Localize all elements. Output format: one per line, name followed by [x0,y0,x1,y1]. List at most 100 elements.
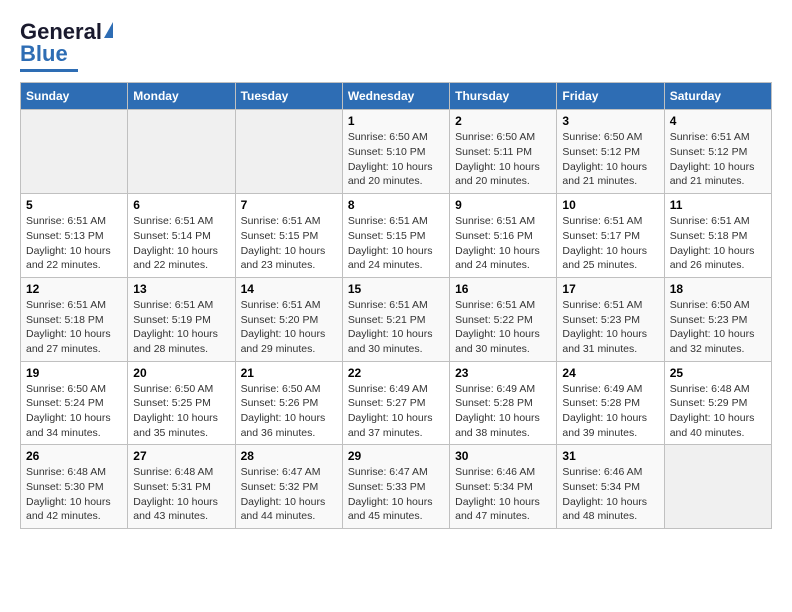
day-info: Sunrise: 6:46 AM Sunset: 5:34 PM Dayligh… [455,465,551,524]
day-number: 4 [670,114,766,128]
header-sunday: Sunday [21,83,128,110]
day-number: 31 [562,449,658,463]
day-number: 6 [133,198,229,212]
calendar-cell: 16 Sunrise: 6:51 AM Sunset: 5:22 PM Dayli… [450,277,557,361]
day-info: Sunrise: 6:50 AM Sunset: 5:12 PM Dayligh… [562,130,658,189]
header-row: SundayMondayTuesdayWednesdayThursdayFrid… [21,83,772,110]
calendar-cell: 6 Sunrise: 6:51 AM Sunset: 5:14 PM Daylig… [128,194,235,278]
day-number: 18 [670,282,766,296]
calendar-cell: 11Sunrise: 6:51 AM Sunset: 5:18 PM Dayli… [664,194,771,278]
calendar-cell: 23 Sunrise: 6:49 AM Sunset: 5:28 PM Dayli… [450,361,557,445]
day-number: 1 [348,114,444,128]
calendar-cell: 28 Sunrise: 6:47 AM Sunset: 5:32 PM Dayli… [235,445,342,529]
day-info: Sunrise: 6:49 AM Sunset: 5:28 PM Dayligh… [455,382,551,441]
header-saturday: Saturday [664,83,771,110]
calendar-cell: 30Sunrise: 6:46 AM Sunset: 5:34 PM Dayli… [450,445,557,529]
day-number: 23 [455,366,551,380]
calendar-cell: 19 Sunrise: 6:50 AM Sunset: 5:24 PM Dayli… [21,361,128,445]
day-info: Sunrise: 6:46 AM Sunset: 5:34 PM Dayligh… [562,465,658,524]
calendar-cell: 18 Sunrise: 6:50 AM Sunset: 5:23 PM Dayli… [664,277,771,361]
day-info: Sunrise: 6:51 AM Sunset: 5:21 PM Dayligh… [348,298,444,357]
day-info: Sunrise: 6:50 AM Sunset: 5:26 PM Dayligh… [241,382,337,441]
day-number: 24 [562,366,658,380]
calendar-cell: 12 Sunrise: 6:51 AM Sunset: 5:18 PM Dayli… [21,277,128,361]
day-number: 17 [562,282,658,296]
day-number: 7 [241,198,337,212]
calendar-cell: 5 Sunrise: 6:51 AM Sunset: 5:13 PM Daylig… [21,194,128,278]
header-tuesday: Tuesday [235,83,342,110]
calendar-cell: 17 Sunrise: 6:51 AM Sunset: 5:23 PM Dayli… [557,277,664,361]
day-number: 12 [26,282,122,296]
header-wednesday: Wednesday [342,83,449,110]
day-number: 10 [562,198,658,212]
calendar-cell: 4Sunrise: 6:51 AM Sunset: 5:12 PM Daylig… [664,110,771,194]
day-info: Sunrise: 6:48 AM Sunset: 5:29 PM Dayligh… [670,382,766,441]
calendar-cell: 27 Sunrise: 6:48 AM Sunset: 5:31 PM Dayli… [128,445,235,529]
calendar-cell: 21 Sunrise: 6:50 AM Sunset: 5:26 PM Dayli… [235,361,342,445]
calendar-cell: 29Sunrise: 6:47 AM Sunset: 5:33 PM Dayli… [342,445,449,529]
day-info: Sunrise: 6:50 AM Sunset: 5:24 PM Dayligh… [26,382,122,441]
header-thursday: Thursday [450,83,557,110]
day-number: 26 [26,449,122,463]
day-number: 3 [562,114,658,128]
day-info: Sunrise: 6:51 AM Sunset: 5:17 PM Dayligh… [562,214,658,273]
calendar-cell: 10 Sunrise: 6:51 AM Sunset: 5:17 PM Dayli… [557,194,664,278]
logo-underline [20,69,78,72]
day-number: 2 [455,114,551,128]
page-header: General Blue [20,20,772,72]
day-info: Sunrise: 6:48 AM Sunset: 5:30 PM Dayligh… [26,465,122,524]
calendar-cell: 3 Sunrise: 6:50 AM Sunset: 5:12 PM Daylig… [557,110,664,194]
day-info: Sunrise: 6:50 AM Sunset: 5:23 PM Dayligh… [670,298,766,357]
day-info: Sunrise: 6:49 AM Sunset: 5:28 PM Dayligh… [562,382,658,441]
calendar-cell: 2 Sunrise: 6:50 AM Sunset: 5:11 PM Daylig… [450,110,557,194]
header-monday: Monday [128,83,235,110]
calendar-cell: 1 Sunrise: 6:50 AM Sunset: 5:10 PM Daylig… [342,110,449,194]
week-row-5: 26 Sunrise: 6:48 AM Sunset: 5:30 PM Dayli… [21,445,772,529]
day-number: 27 [133,449,229,463]
day-number: 9 [455,198,551,212]
header-friday: Friday [557,83,664,110]
day-number: 21 [241,366,337,380]
day-info: Sunrise: 6:47 AM Sunset: 5:33 PM Dayligh… [348,465,444,524]
calendar-cell: 9Sunrise: 6:51 AM Sunset: 5:16 PM Daylig… [450,194,557,278]
day-info: Sunrise: 6:51 AM Sunset: 5:18 PM Dayligh… [26,298,122,357]
week-row-4: 19 Sunrise: 6:50 AM Sunset: 5:24 PM Dayli… [21,361,772,445]
calendar-cell: 20 Sunrise: 6:50 AM Sunset: 5:25 PM Dayli… [128,361,235,445]
day-info: Sunrise: 6:48 AM Sunset: 5:31 PM Dayligh… [133,465,229,524]
day-number: 14 [241,282,337,296]
day-number: 25 [670,366,766,380]
calendar-cell: 24 Sunrise: 6:49 AM Sunset: 5:28 PM Dayli… [557,361,664,445]
day-info: Sunrise: 6:51 AM Sunset: 5:13 PM Dayligh… [26,214,122,273]
day-number: 20 [133,366,229,380]
day-info: Sunrise: 6:51 AM Sunset: 5:20 PM Dayligh… [241,298,337,357]
calendar-cell: 15 Sunrise: 6:51 AM Sunset: 5:21 PM Dayli… [342,277,449,361]
calendar-cell: 7 Sunrise: 6:51 AM Sunset: 5:15 PM Daylig… [235,194,342,278]
day-number: 15 [348,282,444,296]
calendar-table: SundayMondayTuesdayWednesdayThursdayFrid… [20,82,772,529]
calendar-cell [235,110,342,194]
calendar-cell [21,110,128,194]
day-number: 5 [26,198,122,212]
week-row-3: 12 Sunrise: 6:51 AM Sunset: 5:18 PM Dayli… [21,277,772,361]
day-info: Sunrise: 6:51 AM Sunset: 5:14 PM Dayligh… [133,214,229,273]
calendar-cell [128,110,235,194]
day-number: 19 [26,366,122,380]
day-info: Sunrise: 6:49 AM Sunset: 5:27 PM Dayligh… [348,382,444,441]
day-info: Sunrise: 6:47 AM Sunset: 5:32 PM Dayligh… [241,465,337,524]
calendar-cell: 31 Sunrise: 6:46 AM Sunset: 5:34 PM Dayli… [557,445,664,529]
day-number: 22 [348,366,444,380]
day-info: Sunrise: 6:51 AM Sunset: 5:23 PM Dayligh… [562,298,658,357]
day-info: Sunrise: 6:50 AM Sunset: 5:10 PM Dayligh… [348,130,444,189]
day-info: Sunrise: 6:50 AM Sunset: 5:11 PM Dayligh… [455,130,551,189]
week-row-2: 5 Sunrise: 6:51 AM Sunset: 5:13 PM Daylig… [21,194,772,278]
calendar-cell: 26 Sunrise: 6:48 AM Sunset: 5:30 PM Dayli… [21,445,128,529]
day-number: 28 [241,449,337,463]
day-info: Sunrise: 6:51 AM Sunset: 5:15 PM Dayligh… [241,214,337,273]
day-number: 13 [133,282,229,296]
day-number: 11 [670,198,766,212]
day-number: 16 [455,282,551,296]
day-info: Sunrise: 6:51 AM Sunset: 5:22 PM Dayligh… [455,298,551,357]
day-info: Sunrise: 6:50 AM Sunset: 5:25 PM Dayligh… [133,382,229,441]
calendar-cell: 25 Sunrise: 6:48 AM Sunset: 5:29 PM Dayli… [664,361,771,445]
logo: General Blue [20,20,113,72]
